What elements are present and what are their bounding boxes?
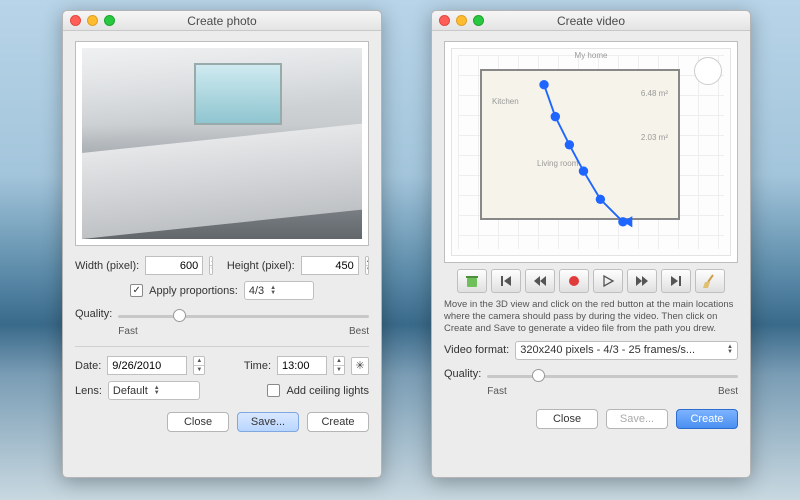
quality-best-label: Best — [718, 386, 738, 397]
quality-row: Quality: Fast Best — [75, 306, 369, 337]
create-video-window: Create video My home Kitchen 6.48 m² 2.0… — [431, 10, 751, 478]
time-label: Time: — [244, 360, 271, 372]
height-stepper[interactable]: ▲▼ — [365, 256, 369, 275]
photo-preview — [75, 41, 369, 246]
quality-label: Quality: — [444, 368, 481, 380]
skip-end-icon[interactable] — [661, 269, 691, 293]
zoom-window-icon[interactable] — [104, 15, 115, 26]
time-stepper[interactable]: ▲▼ — [333, 356, 345, 375]
record-icon[interactable] — [559, 269, 589, 293]
apply-proportions-label: Apply proportions: — [149, 285, 238, 297]
zoom-window-icon[interactable] — [473, 15, 484, 26]
room-label: Kitchen — [492, 97, 519, 106]
skip-start-icon[interactable] — [491, 269, 521, 293]
quality-fast-label: Fast — [118, 326, 137, 337]
rewind-icon[interactable] — [525, 269, 555, 293]
video-plan-preview[interactable]: My home Kitchen 6.48 m² 2.03 m² Living r… — [444, 41, 738, 263]
width-stepper[interactable]: ▲▼ — [209, 256, 213, 275]
create-photo-window: Create photo Width (pixel): ▲▼ Height (p… — [62, 10, 382, 478]
video-button-row: Close Save... Create — [444, 409, 738, 429]
quality-slider[interactable] — [118, 308, 369, 324]
date-label: Date: — [75, 360, 101, 372]
quality-label: Quality: — [75, 308, 112, 320]
close-button[interactable]: Close — [167, 412, 229, 432]
ratio-value: 4/3 — [249, 285, 264, 297]
minimize-window-icon[interactable] — [456, 15, 467, 26]
help-text: Move in the 3D view and click on the red… — [444, 299, 738, 335]
proportions-row: Apply proportions: 4/3 ▲▼ — [75, 281, 369, 300]
date-stepper[interactable]: ▲▼ — [193, 356, 205, 375]
datetime-row: Date: ▲▼ Time: ▲▼ ✳ — [75, 356, 369, 375]
width-input[interactable] — [145, 256, 203, 275]
lens-label: Lens: — [75, 385, 102, 397]
video-format-value: 320x240 pixels - 4/3 - 25 frames/s... — [520, 344, 721, 356]
play-icon[interactable] — [593, 269, 623, 293]
close-button[interactable]: Close — [536, 409, 598, 429]
date-input[interactable] — [107, 356, 187, 375]
video-toolbar — [444, 269, 738, 293]
minimize-window-icon[interactable] — [87, 15, 98, 26]
lens-ceiling-row: Lens: Default ▲▼ Add ceiling lights — [75, 381, 369, 400]
dimensions-row: Width (pixel): ▲▼ Height (pixel): ▲▼ — [75, 256, 369, 275]
ceiling-lights-checkbox[interactable] — [267, 384, 280, 397]
apply-proportions-checkbox[interactable] — [130, 284, 143, 297]
width-label: Width (pixel): — [75, 260, 139, 272]
photo-button-row: Close Save... Create — [75, 412, 369, 432]
quality-best-label: Best — [349, 326, 369, 337]
lens-select[interactable]: Default ▲▼ — [108, 381, 200, 400]
quality-fast-label: Fast — [487, 386, 506, 397]
room-label: Living room — [537, 159, 578, 168]
trash-icon[interactable] — [457, 269, 487, 293]
video-format-row: Video format: 320x240 pixels - 4/3 - 25 … — [444, 341, 738, 360]
video-quality-row: Quality: Fast Best — [444, 366, 738, 397]
time-input[interactable] — [277, 356, 327, 375]
create-button[interactable]: Create — [676, 409, 738, 429]
compass-icon[interactable]: ✳ — [351, 357, 369, 375]
room-area-label: 6.48 m² — [641, 89, 668, 98]
lens-value: Default — [113, 385, 148, 397]
titlebar[interactable]: Create photo — [63, 11, 381, 31]
video-format-select[interactable]: 320x240 pixels - 4/3 - 25 frames/s... ▲▼ — [515, 341, 738, 360]
height-input[interactable] — [301, 256, 359, 275]
room-area-label: 2.03 m² — [641, 133, 668, 142]
fast-forward-icon[interactable] — [627, 269, 657, 293]
save-button[interactable]: Save... — [606, 409, 668, 429]
height-label: Height (pixel): — [227, 260, 295, 272]
create-button[interactable]: Create — [307, 412, 369, 432]
ceiling-lights-label: Add ceiling lights — [286, 385, 369, 397]
plan-title: My home — [575, 51, 608, 60]
quality-slider[interactable] — [487, 368, 738, 384]
render-preview-image — [82, 48, 362, 239]
broom-icon[interactable] — [695, 269, 725, 293]
compass-icon — [694, 57, 722, 85]
save-button[interactable]: Save... — [237, 412, 299, 432]
ratio-select[interactable]: 4/3 ▲▼ — [244, 281, 314, 300]
titlebar[interactable]: Create video — [432, 11, 750, 31]
close-window-icon[interactable] — [439, 15, 450, 26]
close-window-icon[interactable] — [70, 15, 81, 26]
video-format-label: Video format: — [444, 344, 509, 356]
